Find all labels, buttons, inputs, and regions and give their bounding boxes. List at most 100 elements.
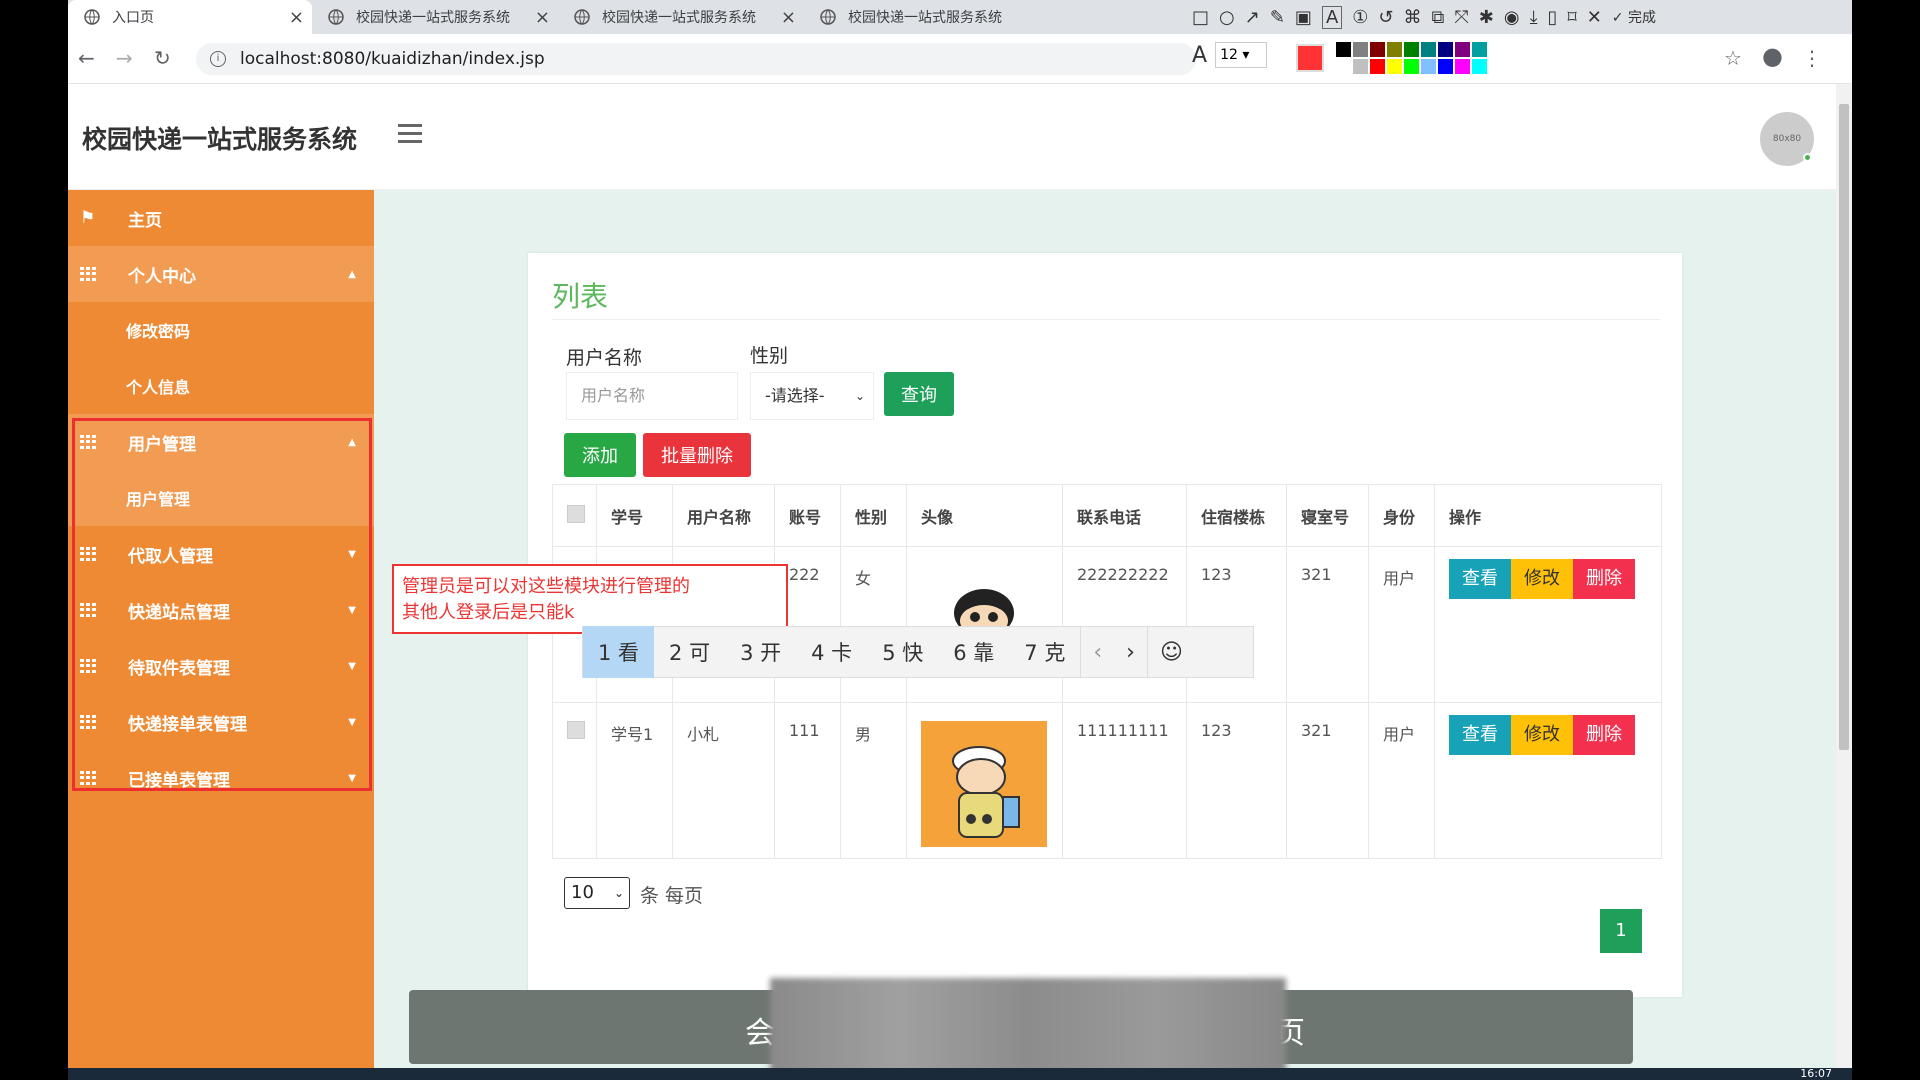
pen-tool-icon[interactable]: ✎ <box>1270 7 1285 28</box>
fullscreen-icon[interactable]: ⤧ <box>1454 7 1468 28</box>
tab-title: 校园快递一站式服务系统 <box>848 10 1002 26</box>
reload-icon[interactable]: ↻ <box>154 46 171 70</box>
edit-button[interactable]: 修改 <box>1511 559 1573 599</box>
annotation-text-box[interactable]: 管理员是可以对这些模块进行管理的 其他人登录后是只能k <box>392 564 788 634</box>
add-button[interactable]: 添加 <box>564 433 636 477</box>
save-icon[interactable]: ▯ <box>1548 7 1558 28</box>
page-scrollbar[interactable] <box>1836 84 1852 1080</box>
info-icon[interactable]: i <box>210 51 226 67</box>
sidebar-subitem-personal-info[interactable]: 个人信息 <box>68 358 374 414</box>
profile-icon[interactable]: ● <box>1762 42 1783 70</box>
pagination-page-1[interactable]: 1 <box>1600 909 1642 953</box>
cancel-icon[interactable]: ✕ <box>1587 7 1602 28</box>
edit-button[interactable]: 修改 <box>1511 715 1573 755</box>
blurred-region <box>770 978 1286 1080</box>
color-swatch[interactable] <box>1438 59 1453 74</box>
gender-select[interactable]: -请选择- ⌄ <box>750 372 874 420</box>
color-swatch[interactable] <box>1387 42 1402 57</box>
translate-icon[interactable]: ⧉ <box>1432 7 1445 28</box>
annotation-text-line: 其他人登录后是只能k <box>402 602 575 623</box>
view-button[interactable]: 查看 <box>1449 559 1511 599</box>
mosaic-tool-icon[interactable]: ▣ <box>1295 7 1312 28</box>
color-swatch[interactable] <box>1404 42 1419 57</box>
color-swatch[interactable] <box>1455 59 1470 74</box>
table-row: 学号1 小札 111 男 111111111 123 321 用户 查看 修改 删除 <box>552 702 1662 859</box>
view-button[interactable]: 查看 <box>1449 715 1511 755</box>
url-input[interactable]: i localhost:8080/kuaidizhan/index.jsp <box>196 43 1196 75</box>
rectangle-tool-icon[interactable]: □ <box>1192 7 1209 28</box>
os-taskbar: 16:07 <box>68 1068 1852 1080</box>
hamburger-icon[interactable] <box>398 124 422 144</box>
bookmark-icon[interactable]: ⌑ <box>1567 7 1576 28</box>
color-swatch[interactable] <box>1421 59 1436 74</box>
column-header: 身份 <box>1368 484 1435 547</box>
avatar-text: 80x80 <box>1772 134 1802 144</box>
name-cell: 小札 <box>672 702 775 859</box>
color-swatch[interactable] <box>1370 42 1385 57</box>
ime-prev-icon[interactable]: ‹ <box>1080 626 1114 678</box>
select-all-checkbox[interactable] <box>567 504 585 523</box>
tab-system-3[interactable]: 校园快递一站式服务系统 <box>804 0 1034 34</box>
font-size-select[interactable]: 12 ▾ <box>1215 42 1268 68</box>
close-icon[interactable]: × <box>535 7 550 28</box>
color-swatch[interactable] <box>1455 42 1470 57</box>
browser-window: 入口页 × 校园快递一站式服务系统 × 校园快递一站式服务系统 × 校园快递一站… <box>68 0 1852 1080</box>
sidebar-item-personal-center[interactable]: 个人中心 ▲ <box>68 246 374 302</box>
download-icon[interactable]: ⤓ <box>1530 7 1538 28</box>
done-label: 完成 <box>1627 10 1656 26</box>
back-icon[interactable]: ← <box>78 46 95 70</box>
done-button[interactable]: ✓ 完成 <box>1612 7 1656 27</box>
tab-entry[interactable]: 入口页 × <box>68 0 312 34</box>
page-size-value: 10 <box>571 882 594 903</box>
batch-delete-button[interactable]: 批量删除 <box>643 433 751 477</box>
delete-button[interactable]: 删除 <box>1573 559 1635 599</box>
forward-icon[interactable]: → <box>116 46 133 70</box>
tab-system-2[interactable]: 校园快递一站式服务系统 × <box>558 0 804 34</box>
color-swatch[interactable] <box>1472 59 1487 74</box>
sidebar-item-home[interactable]: ⚑ 主页 <box>68 190 374 246</box>
ime-candidate[interactable]: 7 克 <box>1009 626 1080 678</box>
scrollbar-thumb[interactable] <box>1839 104 1849 750</box>
ime-candidate[interactable]: 4 卡 <box>796 626 867 678</box>
search-button[interactable]: 查询 <box>884 372 954 416</box>
ime-candidate[interactable]: 2 可 <box>654 626 725 678</box>
row-checkbox[interactable] <box>567 721 585 739</box>
ime-candidate[interactable]: 5 快 <box>867 626 938 678</box>
username-search-input[interactable]: 用户名称 <box>566 372 738 420</box>
pin-icon[interactable]: ⌘ <box>1404 7 1422 28</box>
page-size-select[interactable]: 10 ⌄ <box>564 877 630 909</box>
star-icon[interactable]: ☆ <box>1724 46 1742 70</box>
color-swatch[interactable] <box>1353 42 1368 57</box>
tab-system-1[interactable]: 校园快递一站式服务系统 × <box>312 0 558 34</box>
color-swatch[interactable] <box>1404 59 1419 74</box>
record-icon[interactable]: ◉ <box>1504 7 1520 28</box>
color-swatch[interactable] <box>1421 42 1436 57</box>
number-tool-icon[interactable]: ① <box>1352 7 1368 28</box>
close-icon[interactable]: × <box>289 7 304 28</box>
color-swatch[interactable] <box>1472 42 1487 57</box>
pin-top-icon[interactable]: ✱ <box>1479 7 1494 28</box>
arrow-tool-icon[interactable]: ↗ <box>1245 7 1260 28</box>
ellipse-tool-icon[interactable]: ○ <box>1219 7 1235 28</box>
color-swatch[interactable] <box>1370 59 1385 74</box>
delete-button[interactable]: 删除 <box>1573 715 1635 755</box>
ime-candidate[interactable]: 3 开 <box>725 626 796 678</box>
ime-candidate[interactable]: 6 靠 <box>938 626 1009 678</box>
close-icon[interactable]: × <box>781 7 796 28</box>
avatar[interactable]: 80x80 <box>1760 112 1814 166</box>
color-swatch[interactable] <box>1336 42 1351 57</box>
current-color-swatch[interactable] <box>1296 44 1324 72</box>
ime-next-icon[interactable]: › <box>1114 626 1147 678</box>
undo-icon[interactable]: ↺ <box>1378 7 1393 28</box>
color-swatch[interactable] <box>1387 59 1402 74</box>
text-tool-icon[interactable]: A <box>1321 5 1343 29</box>
ime-candidate[interactable]: 1 看 <box>583 626 655 678</box>
color-swatch[interactable] <box>1438 42 1453 57</box>
sidebar-subitem-change-password[interactable]: 修改密码 <box>68 302 374 358</box>
menu-kebab-icon[interactable]: ⋮ <box>1802 46 1822 70</box>
emoji-icon[interactable]: ☺ <box>1146 626 1195 678</box>
filter-gender-label: 性别 <box>750 345 789 367</box>
font-size-control: A 12 ▾ <box>1192 42 1268 68</box>
color-swatch[interactable] <box>1353 59 1368 74</box>
color-swatch[interactable] <box>1336 59 1351 74</box>
